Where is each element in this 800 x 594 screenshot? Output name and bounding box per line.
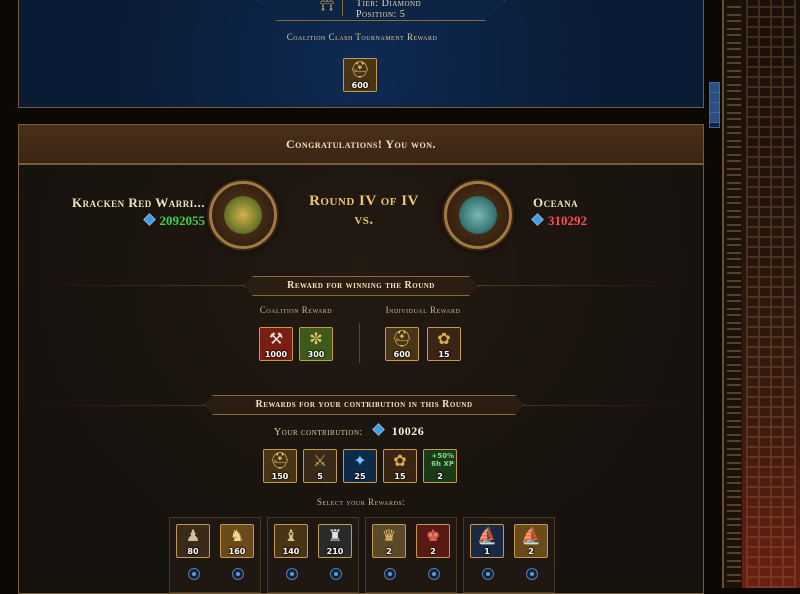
reward-amount: 300	[307, 350, 325, 359]
reward-amount: 210	[326, 547, 344, 556]
galley-icon: ⛵ 2	[514, 524, 548, 558]
reward-amount: 1000	[264, 350, 288, 359]
contribution-value: 10026	[391, 424, 425, 438]
round-indicator: Round IV of IV vs.	[289, 192, 439, 230]
trophy-icon: ⛩	[318, 0, 336, 12]
reward-radio[interactable]	[482, 568, 494, 580]
left-team-name: Kracken Red Warri...	[71, 195, 205, 210]
reward-amount: 25	[354, 472, 366, 481]
scrollbar[interactable]	[709, 82, 720, 128]
reward-amount: 1	[484, 547, 490, 556]
tier-label: Tier: Diamond	[356, 0, 422, 9]
owl-emblem-icon[interactable]: ✼ 300	[299, 327, 333, 361]
right-team-name: Oceana	[533, 195, 579, 210]
reward-option-group[interactable]: ⛵ 1 ⛵ 2	[463, 517, 555, 593]
spartan-helmet-icon	[224, 196, 262, 234]
round-result-panel: Congratulations! You won. Kracken Red Wa…	[18, 124, 704, 594]
swordsman-icon: ♝ 140	[274, 524, 308, 558]
contribution-gem-icon	[371, 423, 385, 436]
hoplite-icon: ♜ 210	[318, 524, 352, 558]
reward-amount: 2	[386, 547, 392, 556]
reward-radio[interactable]	[188, 568, 200, 580]
reward-option-group[interactable]: ♛ 2 ♚ 2	[365, 517, 457, 593]
reward-radio[interactable]	[384, 568, 396, 580]
score-gem-icon	[531, 213, 544, 226]
reward-amount: 2	[528, 547, 534, 556]
golden-helmet-icon[interactable]: ⛑ 150	[263, 449, 297, 483]
meander-frame-decoration	[742, 0, 800, 588]
individual-reward-label: Individual Reward	[385, 305, 461, 315]
golden-helmet-icon[interactable]: ⛑ 600	[385, 327, 419, 361]
reward-option-group[interactable]: ♟ 80 ♞ 160	[169, 517, 261, 593]
reward-amount: 140	[282, 547, 300, 556]
contribution-label: Your contribution:	[274, 427, 363, 438]
reward-radio[interactable]	[428, 568, 440, 580]
left-team-score-row: 2092055	[35, 213, 205, 229]
laurel-wreath-icon[interactable]: ✿ 15	[383, 449, 417, 483]
reward-amount: 150	[271, 472, 289, 481]
laurel-wreath-icon[interactable]: ✿ 15	[427, 327, 461, 361]
vs-text: vs.	[354, 212, 374, 228]
reward-radio[interactable]	[286, 568, 298, 580]
tier-separator	[342, 0, 343, 16]
reward-amount: 2	[437, 472, 443, 481]
right-team: Oceana 310292	[531, 195, 683, 229]
reward-amount: 15	[438, 350, 450, 359]
hammer-axe-icon[interactable]: ⚒ 1000	[259, 327, 293, 361]
reward-radio[interactable]	[526, 568, 538, 580]
congrats-banner: Congratulations! You won.	[19, 125, 703, 165]
golden-helmet-icon[interactable]: ⛑ 600	[343, 58, 377, 92]
reward-radio[interactable]	[330, 568, 342, 580]
reward-amount: 15	[394, 472, 406, 481]
coalition-reward-label: Coalition Reward	[259, 305, 333, 315]
left-team: Kracken Red Warri... 2092055	[35, 195, 205, 229]
reward-amount: 600	[393, 350, 411, 359]
xp-boost-icon[interactable]: +50% 6h XP 2	[423, 449, 457, 483]
left-team-emblem[interactable]	[209, 181, 277, 249]
reward-option-group[interactable]: ♝ 140 ♜ 210	[267, 517, 359, 593]
warrior-icon[interactable]: ⚔ 5	[303, 449, 337, 483]
right-team-score: 310292	[548, 213, 587, 228]
spearman-icon: ♟ 80	[176, 524, 210, 558]
red-crest-warrior-icon: ♚ 2	[416, 524, 450, 558]
left-team-score: 2092055	[159, 213, 206, 228]
round-text: Round IV of IV	[309, 193, 419, 209]
ship-icon: ⛵ 1	[470, 524, 504, 558]
contribution-ribbon: Rewards for your contribution in this Ro…	[203, 395, 525, 415]
archer-icon: ♞ 160	[220, 524, 254, 558]
spartan-icon: ♛ 2	[372, 524, 406, 558]
blue-crystal-icon[interactable]: ✦ 25	[343, 449, 377, 483]
reward-amount: 80	[187, 547, 199, 556]
position-label: Position: 5	[356, 9, 406, 20]
tournament-reward-panel: ⛩ Tier: Diamond Position: 5 Coalition Cl…	[18, 0, 704, 108]
reward-amount: 2	[430, 547, 436, 556]
reward-amount: 160	[228, 547, 246, 556]
contribution-row: Your contribution: 10026	[274, 423, 474, 439]
sea-creature-icon	[459, 196, 497, 234]
select-rewards-label: Select your Rewards:	[316, 497, 406, 507]
right-team-emblem[interactable]	[444, 181, 512, 249]
reward-amount: 5	[317, 472, 323, 481]
score-gem-icon	[142, 213, 156, 226]
tier-info: Tier: Diamond Position: 5	[356, 0, 421, 20]
tournament-reward-title: Coalition Clash Tournament Reward	[286, 32, 438, 42]
right-team-score-row: 310292	[531, 213, 683, 229]
reward-separator	[359, 323, 360, 363]
xp-badge: +50% 6h XP	[431, 452, 454, 468]
reward-amount: 600	[351, 81, 369, 90]
reward-radio[interactable]	[232, 568, 244, 580]
round-reward-ribbon: Reward for winning the Round	[243, 276, 479, 296]
